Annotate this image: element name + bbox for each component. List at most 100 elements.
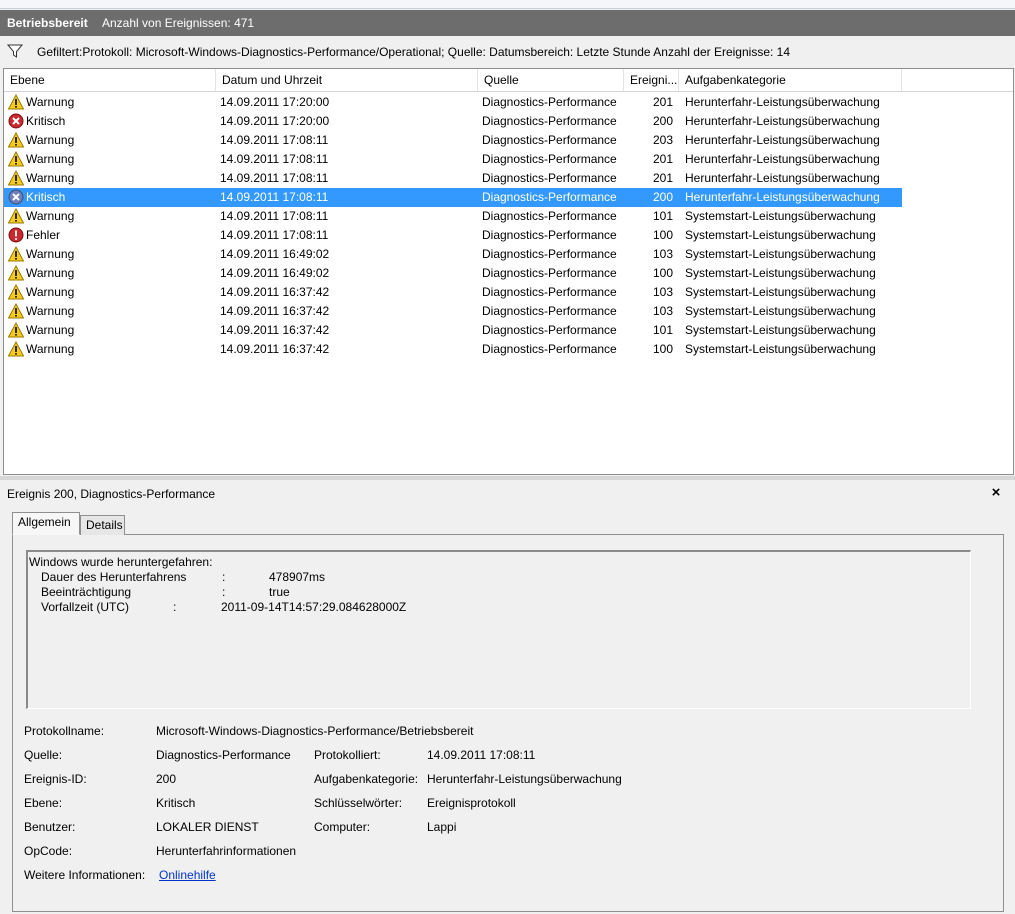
top-strip xyxy=(0,0,1015,9)
prop-label-computer: Computer: xyxy=(314,820,371,834)
cell-event-id: 100 xyxy=(652,228,673,242)
column-header-category[interactable]: Aufgabenkategorie xyxy=(679,69,902,91)
cell-source: Diagnostics-Performance xyxy=(482,323,617,337)
prop-label-more-info: Weitere Informationen: xyxy=(24,868,146,882)
description-sep: : xyxy=(222,570,226,584)
prop-label-opcode: OpCode: xyxy=(24,844,73,858)
table-row[interactable]: Warnung 14.09.2011 16:37:42 Diagnostics-Pe… xyxy=(4,340,902,359)
column-header-source[interactable]: Quelle xyxy=(478,69,624,91)
description-value: 2011-09-14T14:57:29.084628000Z xyxy=(221,600,407,614)
online-help-link[interactable]: Onlinehilfe xyxy=(159,868,216,882)
cell-source: Diagnostics-Performance xyxy=(482,171,617,185)
cell-category: Herunterfahr-Leistungsüberwachung xyxy=(685,133,880,147)
cell-event-id: 103 xyxy=(652,285,673,299)
prop-label-user: Benutzer: xyxy=(24,820,76,834)
cell-event-id: 103 xyxy=(652,247,673,261)
filter-bar: Gefiltert:Protokoll: Microsoft-Windows-D… xyxy=(0,38,1015,66)
cell-category: Herunterfahr-Leistungsüberwachung xyxy=(685,190,880,204)
cell-category: Systemstart-Leistungsüberwachung xyxy=(685,228,876,242)
table-row[interactable]: Warnung 14.09.2011 17:08:11 Diagnostics-Pe… xyxy=(4,150,902,169)
table-row[interactable]: Warnung 14.09.2011 16:37:42 Diagnostics-Pe… xyxy=(4,321,902,340)
cell-level: Warnung xyxy=(26,209,75,223)
table-row[interactable]: Warnung 14.09.2011 17:08:11 Diagnostics-Pe… xyxy=(4,169,902,188)
cell-event-id: 101 xyxy=(652,209,673,223)
tab-general[interactable]: Allgemein xyxy=(12,512,80,535)
description-value: 478907ms xyxy=(269,570,326,584)
prop-log-name: Microsoft-Windows-Diagnostics-Performanc… xyxy=(156,724,474,738)
cell-category: Herunterfahr-Leistungsüberwachung xyxy=(685,95,880,109)
prop-opcode: Herunterfahrinformationen xyxy=(156,844,297,858)
cell-event-id: 101 xyxy=(652,323,673,337)
cell-category: Systemstart-Leistungsüberwachung xyxy=(685,304,876,318)
cell-source: Diagnostics-Performance xyxy=(482,190,617,204)
detail-header: Ereignis 200, Diagnostics-Performance × xyxy=(0,481,1015,505)
prop-task-category: Herunterfahr-Leistungsüberwachung xyxy=(427,772,622,786)
cell-date: 14.09.2011 17:20:00 xyxy=(220,114,330,128)
warning-icon xyxy=(8,303,25,320)
filter-icon[interactable] xyxy=(7,43,23,59)
cell-source: Diagnostics-Performance xyxy=(482,342,617,356)
cell-event-id: 100 xyxy=(652,342,673,356)
close-button[interactable]: × xyxy=(987,484,1005,502)
pane-splitter[interactable] xyxy=(0,476,1015,480)
description-label: Beeinträchtigung xyxy=(41,585,132,599)
table-row[interactable]: Warnung 14.09.2011 17:08:11 Diagnostics-Pe… xyxy=(4,207,902,226)
table-row[interactable]: Warnung 14.09.2011 16:37:42 Diagnostics-Pe… xyxy=(4,283,902,302)
cell-level: Fehler xyxy=(26,228,61,242)
table-row[interactable]: Warnung 14.09.2011 16:37:42 Diagnostics-Pe… xyxy=(4,302,902,321)
table-row[interactable]: Fehler 14.09.2011 17:08:11 Diagnostics-Per… xyxy=(4,226,902,245)
cell-event-id: 201 xyxy=(652,95,673,109)
warning-icon xyxy=(8,341,25,358)
cell-source: Diagnostics-Performance xyxy=(482,266,617,280)
table-row[interactable]: Warnung 14.09.2011 17:20:00 Diagnostics-Pe… xyxy=(4,93,902,112)
cell-source: Diagnostics-Performance xyxy=(482,209,617,223)
cell-category: Systemstart-Leistungsüberwachung xyxy=(685,285,876,299)
cell-event-id: 203 xyxy=(652,133,673,147)
warning-icon xyxy=(8,246,25,263)
tab-details[interactable]: Details xyxy=(80,515,125,535)
cell-level: Warnung xyxy=(26,171,75,185)
cell-source: Diagnostics-Performance xyxy=(482,114,617,128)
cell-level: Kritisch xyxy=(26,114,66,128)
prop-keywords: Ereignisprotokoll xyxy=(427,796,516,810)
warning-icon xyxy=(8,265,25,282)
cell-source: Diagnostics-Performance xyxy=(482,304,617,318)
cell-date: 14.09.2011 17:20:00 xyxy=(220,95,330,109)
column-header-date[interactable]: Datum und Uhrzeit xyxy=(216,69,478,91)
column-header-level[interactable]: Ebene xyxy=(4,69,216,91)
cell-category: Systemstart-Leistungsüberwachung xyxy=(685,247,876,261)
cell-source: Diagnostics-Performance xyxy=(482,95,617,109)
prop-label-keywords: Schlüsselwörter: xyxy=(314,796,403,810)
cell-category: Systemstart-Leistungsüberwachung xyxy=(685,323,876,337)
cell-event-id: 201 xyxy=(652,171,673,185)
prop-label-source: Quelle: xyxy=(24,748,63,762)
prop-level: Kritisch xyxy=(156,796,196,810)
table-row[interactable]: Warnung 14.09.2011 16:49:02 Diagnostics-Pe… xyxy=(4,264,902,283)
cell-date: 14.09.2011 16:37:42 xyxy=(220,323,330,337)
description-heading: Windows wurde heruntergefahren: xyxy=(29,555,213,569)
cell-source: Diagnostics-Performance xyxy=(482,133,617,147)
cell-level: Warnung xyxy=(26,266,75,280)
cell-date: 14.09.2011 16:37:42 xyxy=(220,342,330,356)
warning-icon xyxy=(8,170,25,187)
prop-event-id: 200 xyxy=(156,772,177,786)
table-row[interactable]: Kritisch 14.09.2011 17:20:00 Diagnostics-P… xyxy=(4,112,902,131)
table-row[interactable]: Warnung 14.09.2011 17:08:11 Diagnostics-Pe… xyxy=(4,131,902,150)
cell-date: 14.09.2011 17:08:11 xyxy=(220,152,329,166)
cell-date: 14.09.2011 16:49:02 xyxy=(220,266,330,280)
prop-user: LOKALER DIENST xyxy=(156,820,259,834)
cell-category: Herunterfahr-Leistungsüberwachung xyxy=(685,152,880,166)
event-table[interactable]: Ebene Datum und Uhrzeit Quelle Ereigni..… xyxy=(3,68,1014,475)
column-header-event-id[interactable]: Ereigni... xyxy=(624,69,679,91)
cell-date: 14.09.2011 17:08:11 xyxy=(220,228,329,242)
table-row[interactable]: Warnung 14.09.2011 16:49:02 Diagnostics-Pe… xyxy=(4,245,902,264)
log-name: Betriebsbereit xyxy=(7,16,88,30)
cell-date: 14.09.2011 17:08:11 xyxy=(220,190,329,204)
cell-event-id: 103 xyxy=(652,304,673,318)
cell-event-id: 201 xyxy=(652,152,673,166)
warning-icon xyxy=(8,208,25,225)
event-description[interactable]: Windows wurde heruntergefahren: Dauer de… xyxy=(26,550,971,709)
table-row[interactable]: Kritisch 14.09.2011 17:08:11 Diagnostics-P… xyxy=(4,188,902,207)
cell-date: 14.09.2011 16:37:42 xyxy=(220,304,330,318)
cell-category: Systemstart-Leistungsüberwachung xyxy=(685,209,876,223)
